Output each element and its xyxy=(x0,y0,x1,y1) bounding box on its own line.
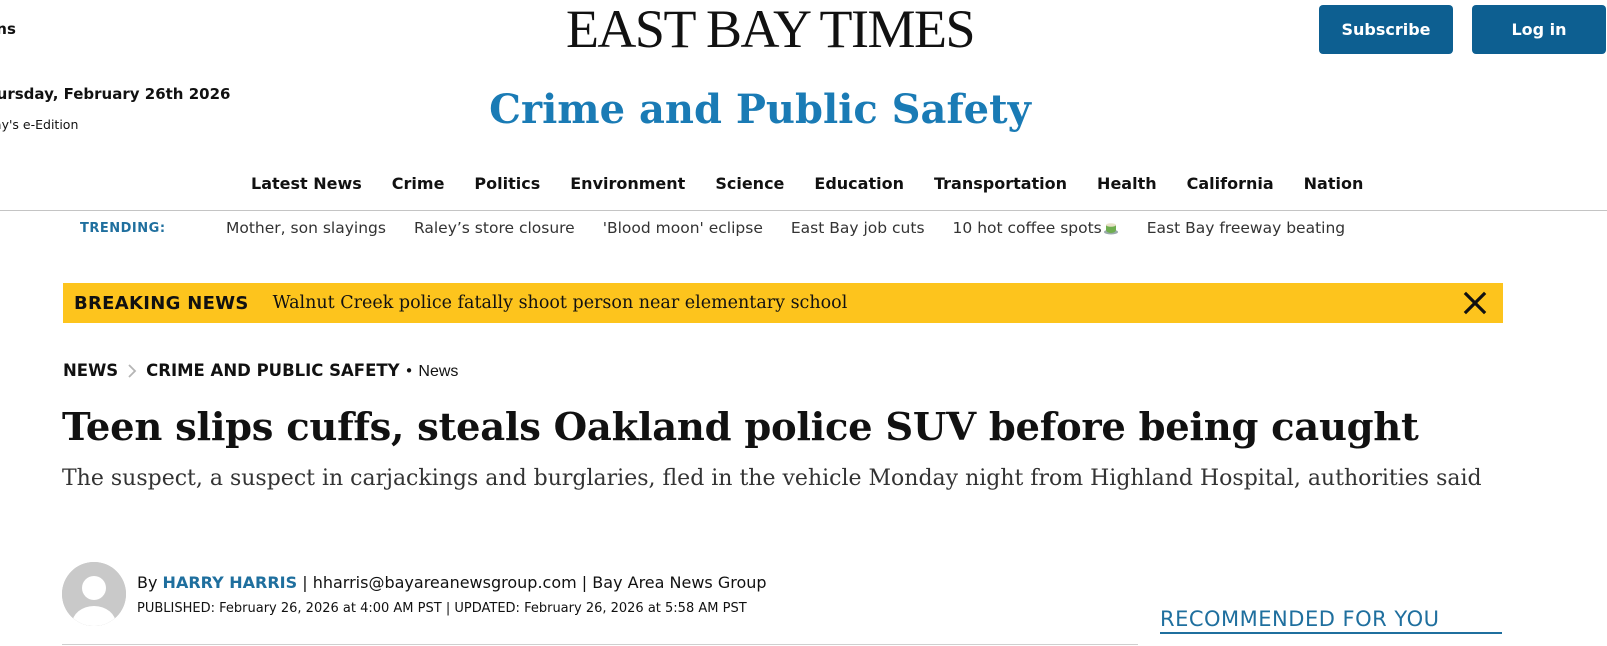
chevron-right-icon xyxy=(128,364,137,378)
breaking-news-headline[interactable]: Walnut Creek police fatally shoot person… xyxy=(273,293,848,313)
trending-item-east-bay-job-cuts[interactable]: East Bay job cuts xyxy=(791,219,925,237)
breadcrumb-separator: • xyxy=(404,362,414,380)
e-edition-link[interactable]: day's e-Edition xyxy=(0,117,78,132)
coffee-cup-icon xyxy=(1103,223,1118,235)
author-email[interactable]: hharris@bayareanewsgroup.com xyxy=(313,573,577,592)
trending-item-east-bay-freeway-beating[interactable]: East Bay freeway beating xyxy=(1147,219,1345,237)
article-dates: PUBLISHED: February 26, 2026 at 4:00 AM … xyxy=(137,601,747,616)
main-navigation: Latest News Crime Politics Environment S… xyxy=(0,166,1607,211)
nav-item-california[interactable]: California xyxy=(1172,166,1289,201)
nav-item-science[interactable]: Science xyxy=(700,166,799,201)
nav-item-nation[interactable]: Nation xyxy=(1289,166,1379,201)
nav-item-education[interactable]: Education xyxy=(799,166,919,201)
breaking-news-label: BREAKING NEWS xyxy=(74,292,249,314)
default-user-icon xyxy=(62,562,126,626)
breaking-news-bar: BREAKING NEWS Walnut Creek police fatall… xyxy=(63,283,1503,323)
updated-date: February 26, 2026 at 5:58 AM PST xyxy=(524,601,747,616)
nav-item-crime[interactable]: Crime xyxy=(377,166,460,201)
trending-list: Mother, son slayings Raley’s store closu… xyxy=(226,219,1373,237)
sections-menu-link[interactable]: ons xyxy=(0,20,16,38)
breadcrumb: NEWS CRIME AND PUBLIC SAFETY • News xyxy=(63,361,458,381)
trending-label: TRENDING: xyxy=(80,221,166,236)
article-headline: Teen slips cuffs, steals Oakland police … xyxy=(62,405,1419,450)
byline-divider: | xyxy=(581,573,588,592)
trending-item-raleys-store-closure[interactable]: Raley’s store closure xyxy=(414,219,575,237)
dates-divider: | xyxy=(445,601,451,616)
nav-item-transportation[interactable]: Transportation xyxy=(919,166,1082,201)
nav-item-latest-news[interactable]: Latest News xyxy=(236,166,377,201)
site-logo[interactable]: EAST BAY TIMES xyxy=(540,0,1000,58)
author-avatar[interactable] xyxy=(62,562,126,626)
byline: By HARRY HARRIS | hharris@bayareanewsgro… xyxy=(137,573,767,592)
breadcrumb-news[interactable]: NEWS xyxy=(63,361,118,380)
published-date: February 26, 2026 at 4:00 AM PST xyxy=(219,601,442,616)
nav-item-politics[interactable]: Politics xyxy=(459,166,555,201)
nav-item-health[interactable]: Health xyxy=(1082,166,1172,201)
current-date: hursday, February 26th 2026 xyxy=(0,85,231,103)
author-organization: Bay Area News Group xyxy=(592,573,767,592)
trending-item-mother-son-slayings[interactable]: Mother, son slayings xyxy=(226,219,386,237)
author-name-link[interactable]: HARRY HARRIS xyxy=(163,573,298,592)
login-button[interactable]: Log in xyxy=(1472,5,1606,54)
close-icon[interactable] xyxy=(1463,291,1487,315)
trending-item-blood-moon-eclipse[interactable]: 'Blood moon' eclipse xyxy=(603,219,763,237)
byline-prefix: By xyxy=(137,573,158,592)
updated-label: UPDATED: xyxy=(454,601,520,616)
trending-item-hot-coffee-spots-label: 10 hot coffee spots xyxy=(952,219,1102,237)
published-label: PUBLISHED: xyxy=(137,601,215,616)
section-title: Crime and Public Safety xyxy=(489,86,1031,133)
trending-item-hot-coffee-spots[interactable]: 10 hot coffee spots xyxy=(953,219,1119,237)
nav-divider xyxy=(0,210,1607,211)
recommended-for-you-heading: RECOMMENDED FOR YOU xyxy=(1160,607,1502,634)
nav-item-environment[interactable]: Environment xyxy=(555,166,700,201)
content-divider xyxy=(62,644,1138,645)
breadcrumb-crime-and-public-safety[interactable]: CRIME AND PUBLIC SAFETY xyxy=(146,361,399,380)
breadcrumb-sub-news[interactable]: News xyxy=(418,363,458,381)
byline-divider: | xyxy=(302,573,308,592)
main-nav-list: Latest News Crime Politics Environment S… xyxy=(236,166,1378,201)
subscribe-button[interactable]: Subscribe xyxy=(1319,5,1453,54)
article-dek: The suspect, a suspect in carjackings an… xyxy=(62,466,1482,491)
